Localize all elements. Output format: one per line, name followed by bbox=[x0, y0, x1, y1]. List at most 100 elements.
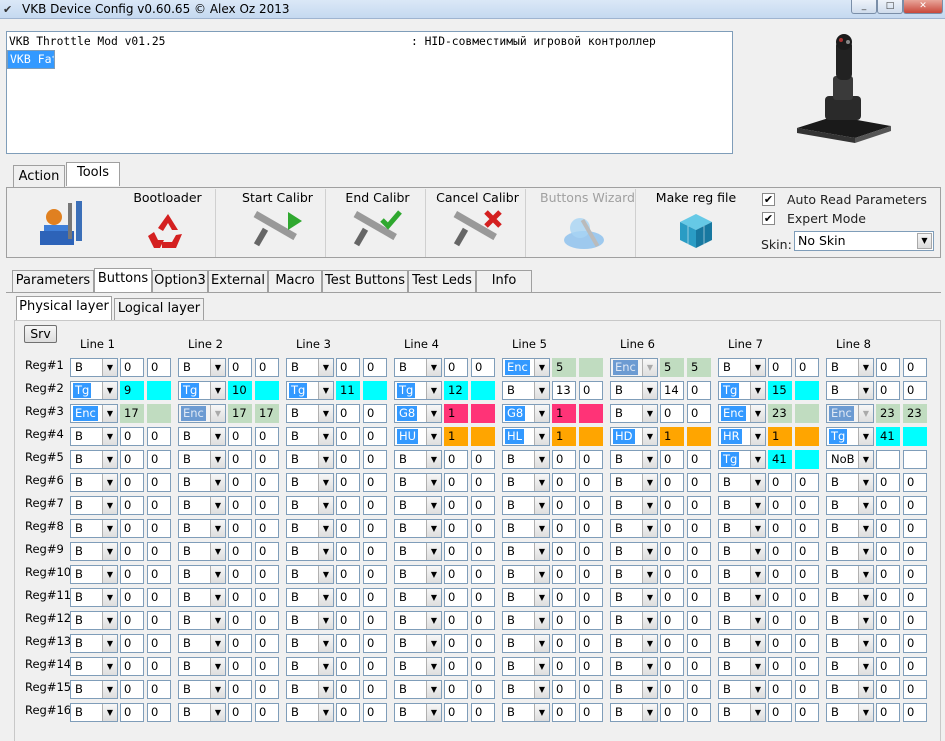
button-type-select[interactable]: B ▼ bbox=[826, 565, 874, 584]
button-type-select[interactable]: B ▼ bbox=[610, 542, 658, 561]
value-field[interactable]: 0 bbox=[768, 358, 792, 377]
value-field[interactable]: 0 bbox=[444, 680, 468, 699]
srv-button[interactable]: Srv bbox=[24, 325, 57, 343]
button-type-select[interactable]: B ▼ bbox=[286, 657, 334, 676]
value-field[interactable]: 0 bbox=[795, 588, 819, 607]
button-type-select[interactable]: B ▼ bbox=[718, 657, 766, 676]
value-field[interactable]: 0 bbox=[255, 657, 279, 676]
value-field[interactable]: 0 bbox=[120, 611, 144, 630]
value-field[interactable]: 0 bbox=[876, 473, 900, 492]
button-type-select[interactable]: Tg ▼ bbox=[394, 381, 442, 400]
value-field[interactable]: 0 bbox=[876, 358, 900, 377]
value-field[interactable]: 0 bbox=[444, 473, 468, 492]
value-field[interactable]: 1 bbox=[552, 404, 576, 423]
value-field[interactable]: 0 bbox=[795, 519, 819, 538]
button-type-select[interactable]: Tg ▼ bbox=[718, 450, 766, 469]
value-field[interactable]: 0 bbox=[552, 588, 576, 607]
value-field[interactable]: 0 bbox=[228, 611, 252, 630]
button-type-select[interactable]: B ▼ bbox=[826, 519, 874, 538]
button-type-select[interactable]: B ▼ bbox=[610, 519, 658, 538]
button-type-select[interactable]: B ▼ bbox=[178, 680, 226, 699]
value-field[interactable]: 0 bbox=[660, 519, 684, 538]
value-field[interactable]: 0 bbox=[471, 680, 495, 699]
button-type-select[interactable]: B ▼ bbox=[502, 703, 550, 722]
value-field[interactable]: 0 bbox=[768, 496, 792, 515]
button-type-select[interactable]: B ▼ bbox=[718, 542, 766, 561]
value-field[interactable]: 0 bbox=[336, 519, 360, 538]
value-field[interactable]: 0 bbox=[228, 542, 252, 561]
value-field[interactable]: 0 bbox=[336, 404, 360, 423]
value-field[interactable]: 0 bbox=[336, 450, 360, 469]
value-field[interactable]: 0 bbox=[255, 680, 279, 699]
value-field[interactable]: 0 bbox=[147, 450, 171, 469]
value-field[interactable]: 0 bbox=[228, 565, 252, 584]
close-button[interactable]: ✕ bbox=[903, 0, 943, 14]
button-type-select[interactable]: HR ▼ bbox=[718, 427, 766, 446]
value-field[interactable]: 0 bbox=[147, 703, 171, 722]
button-type-select[interactable]: B ▼ bbox=[178, 634, 226, 653]
buttons-wizard-button[interactable]: Buttons Wizard bbox=[540, 189, 636, 257]
cancel-calibr-button[interactable]: Cancel Calibr bbox=[430, 189, 526, 257]
value-field[interactable]: 0 bbox=[579, 473, 603, 492]
value-field[interactable]: 0 bbox=[444, 703, 468, 722]
button-type-select[interactable]: B ▼ bbox=[718, 703, 766, 722]
value-field[interactable]: 0 bbox=[660, 611, 684, 630]
value-field[interactable]: 23 bbox=[768, 404, 792, 423]
value-field[interactable]: 0 bbox=[120, 473, 144, 492]
value-field[interactable]: 0 bbox=[795, 473, 819, 492]
value-field[interactable]: 0 bbox=[120, 542, 144, 561]
value-field[interactable]: 0 bbox=[768, 588, 792, 607]
value-field[interactable]: 0 bbox=[768, 542, 792, 561]
value-field[interactable]: 0 bbox=[471, 519, 495, 538]
device-row[interactable]: VKB Throttle Mod v01.25: HID-совместимый… bbox=[9, 35, 730, 49]
value-field[interactable]: 0 bbox=[687, 611, 711, 630]
value-field[interactable]: 0 bbox=[552, 703, 576, 722]
value-field[interactable]: 0 bbox=[903, 358, 927, 377]
value-field[interactable]: 0 bbox=[660, 588, 684, 607]
button-type-select[interactable]: B ▼ bbox=[70, 519, 118, 538]
button-type-select[interactable]: B ▼ bbox=[70, 427, 118, 446]
value-field[interactable]: 0 bbox=[444, 542, 468, 561]
value-field[interactable]: 0 bbox=[687, 404, 711, 423]
button-type-select[interactable]: B ▼ bbox=[178, 588, 226, 607]
value-field[interactable]: 0 bbox=[444, 450, 468, 469]
value-field[interactable]: 0 bbox=[660, 680, 684, 699]
value-field[interactable]: 0 bbox=[147, 519, 171, 538]
button-type-select[interactable]: B ▼ bbox=[394, 358, 442, 377]
value-field[interactable]: 0 bbox=[336, 634, 360, 653]
value-field[interactable]: 0 bbox=[228, 496, 252, 515]
button-type-select[interactable]: B ▼ bbox=[502, 450, 550, 469]
tab-action[interactable]: Action bbox=[13, 165, 65, 187]
value-field[interactable]: 0 bbox=[876, 634, 900, 653]
device-row-selected[interactable]: VKB Fat MambaPro OLTIM #252 v1.43F: HID-… bbox=[7, 50, 55, 69]
value-field[interactable]: 0 bbox=[228, 358, 252, 377]
value-field[interactable]: 0 bbox=[120, 427, 144, 446]
button-type-select[interactable]: G8 ▼ bbox=[394, 404, 442, 423]
value-field[interactable]: 0 bbox=[579, 703, 603, 722]
auto-read-checkbox[interactable]: ✔ bbox=[762, 193, 775, 206]
param-tab-macro[interactable]: Macro bbox=[268, 270, 322, 292]
value-field[interactable] bbox=[795, 404, 819, 423]
value-field[interactable]: 0 bbox=[552, 634, 576, 653]
value-field[interactable]: 0 bbox=[660, 657, 684, 676]
value-field[interactable] bbox=[579, 427, 603, 446]
value-field[interactable]: 0 bbox=[471, 611, 495, 630]
button-type-select[interactable]: Enc ▼ bbox=[70, 404, 118, 423]
button-type-select[interactable]: B ▼ bbox=[70, 358, 118, 377]
value-field[interactable]: 0 bbox=[471, 565, 495, 584]
value-field[interactable]: 0 bbox=[147, 611, 171, 630]
value-field[interactable]: 0 bbox=[228, 427, 252, 446]
button-type-select[interactable]: B ▼ bbox=[394, 680, 442, 699]
value-field[interactable]: 41 bbox=[768, 450, 792, 469]
value-field[interactable]: 0 bbox=[795, 634, 819, 653]
value-field[interactable]: 0 bbox=[903, 473, 927, 492]
value-field[interactable]: 0 bbox=[795, 611, 819, 630]
value-field[interactable]: 15 bbox=[768, 381, 792, 400]
button-type-select[interactable]: B ▼ bbox=[286, 703, 334, 722]
button-type-select[interactable]: B ▼ bbox=[286, 542, 334, 561]
button-type-select[interactable]: B ▼ bbox=[502, 542, 550, 561]
value-field[interactable]: 17 bbox=[228, 404, 252, 423]
value-field[interactable]: 0 bbox=[660, 450, 684, 469]
value-field[interactable]: 0 bbox=[336, 657, 360, 676]
value-field[interactable]: 0 bbox=[444, 519, 468, 538]
